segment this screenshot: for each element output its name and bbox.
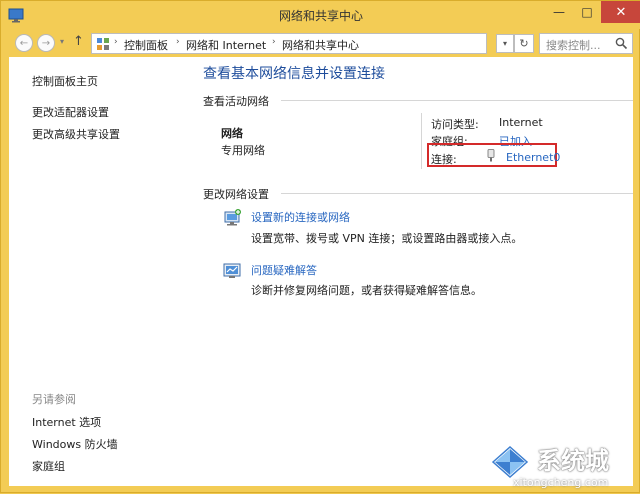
page-title: 查看基本网络信息并设置连接 — [203, 66, 385, 82]
breadcrumb-separator[interactable]: › — [272, 37, 276, 47]
sidebar-item-control-panel-home[interactable]: 控制面板主页 — [32, 73, 98, 89]
watermark-subtext: xitongcheng.com — [513, 476, 609, 489]
sidebar-item-internet-options[interactable]: Internet 选项 — [32, 414, 101, 430]
active-networks-label: 查看活动网络 — [203, 95, 269, 108]
close-button[interactable]: ✕ — [601, 1, 640, 23]
access-type-value: Internet — [499, 116, 543, 129]
breadcrumb-separator: › — [114, 37, 118, 47]
see-also-heading: 另请参阅 — [32, 393, 76, 406]
section-divider — [281, 100, 633, 101]
breadcrumb-separator[interactable]: › — [176, 37, 180, 47]
watermark-text: 系统城 — [537, 447, 609, 475]
sidebar: 控制面板主页 更改适配器设置 更改高级共享设置 另请参阅 Internet 选项… — [9, 57, 189, 486]
content-area: 控制面板主页 更改适配器设置 更改高级共享设置 另请参阅 Internet 选项… — [9, 57, 633, 486]
access-type-key: 访问类型: — [431, 118, 479, 131]
up-button[interactable]: ↑ — [73, 34, 84, 49]
breadcrumb-control-panel[interactable]: 控制面板 — [124, 37, 168, 53]
change-network-settings-label: 更改网络设置 — [203, 188, 269, 201]
sidebar-item-homegroup[interactable]: 家庭组 — [32, 458, 65, 474]
troubleshoot-problems-link[interactable]: 问题疑难解答 — [251, 262, 317, 278]
search-icon — [615, 37, 628, 50]
title-bar: 网络和共享中心 — □ ✕ — [1, 1, 640, 29]
setup-new-connection-link[interactable]: 设置新的连接或网络 — [251, 209, 350, 225]
sidebar-item-change-adapter-settings[interactable]: 更改适配器设置 — [32, 104, 109, 120]
minimize-button[interactable]: — — [545, 1, 573, 23]
recent-locations-dropdown[interactable]: ▾ — [60, 37, 64, 46]
address-box[interactable]: › 控制面板 › 网络和 Internet › 网络和共享中心 — [91, 33, 487, 54]
address-dropdown-button[interactable]: ▾ — [496, 34, 514, 53]
network-info-divider — [421, 113, 422, 169]
breadcrumb-network-internet[interactable]: 网络和 Internet — [186, 37, 266, 53]
forward-button[interactable]: → — [37, 34, 55, 52]
main-panel: 查看基本网络信息并设置连接 查看活动网络 网络 专用网络 访问类型: Inter… — [203, 57, 633, 486]
setup-new-connection-description: 设置宽带、拨号或 VPN 连接；或设置路由器或接入点。 — [251, 232, 523, 245]
troubleshoot-problems-description: 诊断并修复网络问题，或者获得疑难解答信息。 — [251, 284, 482, 297]
network-name: 网络 — [221, 127, 243, 140]
refresh-button[interactable]: ↻ — [514, 34, 534, 53]
sidebar-item-windows-firewall[interactable]: Windows 防火墙 — [32, 436, 118, 452]
control-panel-icon — [97, 38, 109, 50]
ethernet-connection-link[interactable]: Ethernet0 — [506, 151, 560, 164]
network-category[interactable]: 专用网络 — [221, 142, 265, 158]
window: 网络和共享中心 — □ ✕ ← → ▾ ↑ › 控制面板 › 网络和 Inter… — [0, 0, 640, 493]
ethernet-icon — [487, 149, 495, 162]
connections-key: 连接: — [431, 153, 457, 166]
search-input[interactable]: 搜索控制... — [539, 33, 633, 54]
troubleshoot-icon — [223, 263, 241, 278]
watermark: 系统城 xitongcheng.com — [483, 433, 640, 494]
sidebar-item-change-advanced-sharing[interactable]: 更改高级共享设置 — [32, 126, 120, 142]
address-bar-row: ← → ▾ ↑ › 控制面板 › 网络和 Internet › 网络和共享中心 … — [9, 29, 633, 57]
network-setup-icon — [224, 209, 241, 226]
maximize-button[interactable]: □ — [573, 1, 601, 23]
search-placeholder: 搜索控制... — [546, 39, 601, 52]
section-divider — [281, 193, 633, 194]
back-button[interactable]: ← — [15, 34, 33, 52]
breadcrumb-network-sharing-center[interactable]: 网络和共享中心 — [282, 37, 359, 53]
